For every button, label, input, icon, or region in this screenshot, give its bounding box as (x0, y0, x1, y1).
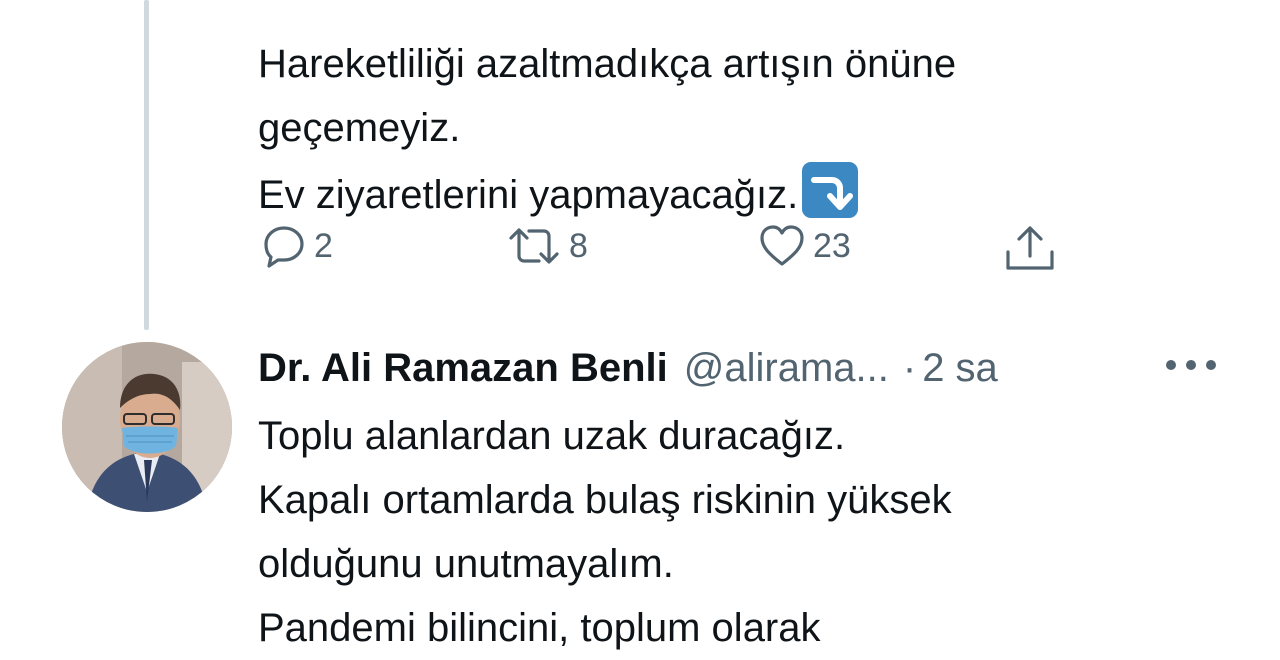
tweet-1-action-bar: 2 8 23 (0, 222, 1280, 278)
reply-button[interactable]: 2 (260, 222, 333, 270)
author-handle[interactable]: @alirama... (684, 346, 889, 391)
more-dot-icon (1206, 360, 1216, 370)
more-dot-icon (1186, 360, 1196, 370)
more-dot-icon (1166, 360, 1176, 370)
tweet-2-line: Pandemi bilincini, toplum olarak (258, 606, 821, 650)
tweet-2-line: Kapalı ortamlarda bulaş riskinin yüksek (258, 478, 952, 522)
reply-icon (264, 226, 304, 268)
more-options-button[interactable] (1166, 350, 1216, 380)
tweet-1-line: Ev ziyaretlerini yapmayacağız. (258, 160, 1218, 227)
tweet-1-line: geçemeyiz. (258, 106, 461, 150)
author-name[interactable]: Dr. Ali Ramazan Benli (258, 346, 668, 391)
author-avatar[interactable] (62, 342, 232, 512)
share-icon (1006, 226, 1054, 270)
retweet-button[interactable]: 8 (505, 222, 588, 270)
retweet-count: 8 (569, 226, 588, 265)
like-button[interactable]: 23 (757, 222, 851, 270)
tweet-timestamp[interactable]: 2 sa (922, 346, 998, 391)
tweet-2-line: olduğunu unutmayalım. (258, 542, 674, 586)
like-count: 23 (813, 226, 851, 265)
header-separator: · (902, 345, 917, 390)
tweet-2-text: Toplu alanlardan uzak duracağız. Kapalı … (258, 404, 1218, 660)
thread-connector-line (144, 0, 149, 330)
tweet-2-line: Toplu alanlardan uzak duracağız. (258, 414, 846, 458)
tweet-1-line: Hareketliliği azaltmadıkça artışın önüne (258, 42, 957, 86)
tweet-1-text: Hareketliliği azaltmadıkça artışın önüne… (258, 0, 1218, 227)
share-button[interactable] (1003, 222, 1057, 274)
tweet-2-header: Dr. Ali Ramazan Benli @alirama... · 2 sa (258, 338, 998, 398)
arrow-right-hook-down-emoji (802, 162, 859, 218)
heart-icon (760, 225, 804, 266)
avatar-photo (62, 342, 232, 512)
retweet-icon (509, 228, 559, 264)
reply-count: 2 (314, 226, 333, 265)
